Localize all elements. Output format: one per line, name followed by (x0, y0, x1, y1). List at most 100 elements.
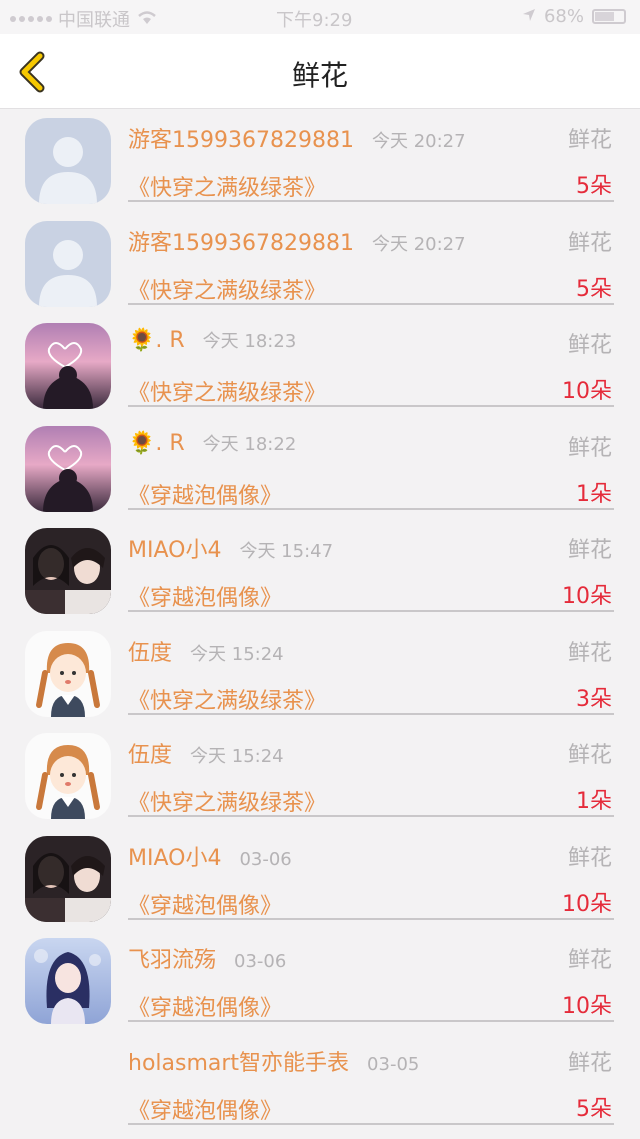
book-title[interactable]: 《快穿之满级绿茶》 (128, 170, 326, 202)
status-right: 68% (522, 6, 626, 27)
gift-type-label: 鲜花 (567, 230, 612, 256)
avatar[interactable] (25, 323, 111, 409)
navigation-bar: 鲜花 (0, 34, 640, 109)
book-title[interactable]: 《穿越泡偶像》 (128, 580, 282, 612)
divider (128, 815, 614, 817)
list-item[interactable]: 飞羽流殇 03-06 鲜花《穿越泡偶像》 10朵 (0, 928, 640, 1031)
book-title[interactable]: 《穿越泡偶像》 (128, 478, 282, 510)
user-name[interactable]: MIAO小4 (128, 846, 221, 871)
list-item[interactable]: 伍度 今天 15:24 鲜花《快穿之满级绿茶》 3朵 (0, 621, 640, 724)
avatar[interactable] (25, 425, 111, 512)
flower-count: 1朵 (576, 789, 612, 814)
flower-count: 1朵 (576, 481, 612, 507)
gift-type-label: 鲜花 (567, 640, 612, 666)
list-item[interactable]: 🌻. R 今天 18:23 鲜花《快穿之满级绿茶》 10朵 (0, 313, 640, 416)
user-name[interactable]: 🌻. R (128, 431, 185, 456)
gift-type-label: 鲜花 (567, 948, 612, 973)
user-name-line: 伍度 今天 15:24 (128, 635, 284, 667)
timestamp: 今天 20:27 (371, 131, 466, 152)
avatar[interactable] (25, 938, 111, 1024)
status-bar: 中国联通 下午9:29 68% (0, 0, 640, 34)
list-item[interactable]: 游客1599367829881 今天 20:27 鲜花《快穿之满级绿茶》 5朵 (0, 211, 640, 314)
divider (128, 507, 614, 510)
divider (128, 200, 614, 202)
location-icon (522, 6, 536, 27)
user-name[interactable]: 游客1599367829881 (128, 231, 354, 256)
book-title[interactable]: 《穿越泡偶像》 (128, 888, 282, 920)
list-item[interactable]: MIAO小4 今天 15:47 鲜花《穿越泡偶像》 10朵 (0, 518, 640, 621)
divider (128, 302, 614, 305)
timestamp: 今天 18:23 (202, 331, 297, 352)
user-name[interactable]: 游客1599367829881 (128, 128, 354, 153)
timestamp: 今天 15:24 (190, 643, 284, 665)
user-name-line: 游客1599367829881 今天 20:27 (128, 225, 466, 257)
clock: 下午9:29 (276, 10, 353, 31)
flower-count: 10朵 (562, 379, 612, 404)
list-item[interactable]: holasmart智亦能手表 03-05 鲜花《穿越泡偶像》 5朵 (0, 1031, 640, 1134)
gift-type-label: 鲜花 (567, 538, 612, 563)
page-title: 鲜花 (291, 59, 348, 92)
timestamp: 今天 15:47 (239, 541, 334, 562)
battery-icon (592, 9, 626, 24)
avatar[interactable] (25, 528, 111, 614)
divider (128, 610, 614, 612)
divider (128, 712, 614, 715)
signal-icon (10, 16, 52, 22)
list-item[interactable]: MIAO小4 03-06 鲜花《穿越泡偶像》 10朵 (0, 826, 640, 929)
user-name-line: 🌻. R 今天 18:23 (128, 327, 296, 353)
flower-count: 10朵 (562, 891, 612, 917)
user-name-line: holasmart智亦能手表 03-05 (128, 1045, 419, 1077)
gift-type-label: 鲜花 (567, 333, 612, 358)
timestamp: 03-06 (234, 951, 287, 972)
gift-type-label: 鲜花 (567, 845, 612, 871)
timestamp: 03-05 (367, 1053, 420, 1075)
book-title[interactable]: 《快穿之满级绿茶》 (128, 273, 326, 305)
user-name[interactable]: 伍度 (128, 641, 172, 666)
avatar[interactable] (25, 733, 111, 819)
timestamp: 今天 18:22 (202, 433, 297, 455)
flower-count: 5朵 (576, 1096, 612, 1122)
user-name[interactable]: holasmart智亦能手表 (128, 1051, 349, 1076)
user-name-line: 飞羽流殇 03-06 (128, 942, 286, 974)
book-title[interactable]: 《穿越泡偶像》 (128, 1093, 282, 1125)
list-item[interactable]: 🌻. R 今天 18:22 鲜花《穿越泡偶像》 1朵 (0, 416, 640, 519)
divider (128, 405, 614, 407)
flower-count: 3朵 (576, 686, 612, 712)
avatar[interactable] (25, 220, 111, 307)
flower-count: 5朵 (576, 276, 612, 302)
gift-type-label: 鲜花 (567, 128, 612, 153)
list-item[interactable]: 伍度 今天 15:24 鲜花《快穿之满级绿茶》 1朵 (0, 723, 640, 826)
book-title[interactable]: 《快穿之满级绿茶》 (128, 785, 326, 817)
battery-percent: 68% (543, 6, 584, 27)
avatar[interactable] (25, 835, 111, 922)
flower-count: 5朵 (576, 174, 612, 199)
user-name[interactable]: MIAO小4 (128, 538, 221, 563)
user-name[interactable]: 飞羽流殇 (128, 948, 216, 973)
avatar[interactable] (25, 118, 111, 204)
user-name-line: MIAO小4 今天 15:47 (128, 532, 333, 564)
user-name-line: 伍度 今天 15:24 (128, 737, 284, 769)
book-title[interactable]: 《快穿之满级绿茶》 (128, 375, 326, 407)
carrier-area: 中国联通 (10, 6, 158, 32)
wifi-icon (136, 9, 158, 30)
user-name-line: MIAO小4 03-06 (128, 840, 292, 872)
divider (128, 1122, 614, 1125)
flower-count: 10朵 (562, 994, 612, 1019)
user-name[interactable]: 伍度 (128, 743, 172, 768)
gift-type-label: 鲜花 (567, 435, 612, 461)
divider (128, 1020, 614, 1022)
user-name-line: 游客1599367829881 今天 20:27 (128, 122, 466, 154)
timestamp: 今天 20:27 (371, 233, 466, 255)
user-name[interactable]: 🌻. R (128, 328, 185, 353)
list-item[interactable]: 游客1599367829881 今天 20:27 鲜花《快穿之满级绿茶》 5朵 (0, 108, 640, 211)
carrier-label: 中国联通 (58, 10, 130, 31)
book-title[interactable]: 《快穿之满级绿茶》 (128, 683, 326, 715)
gift-type-label: 鲜花 (567, 743, 612, 768)
timestamp: 03-06 (239, 848, 292, 870)
book-title[interactable]: 《穿越泡偶像》 (128, 990, 282, 1022)
avatar[interactable] (25, 630, 111, 717)
user-name-line: 🌻. R 今天 18:22 (128, 430, 296, 456)
gift-type-label: 鲜花 (567, 1050, 612, 1076)
flower-count: 10朵 (562, 584, 612, 609)
timestamp: 今天 15:24 (190, 746, 284, 767)
